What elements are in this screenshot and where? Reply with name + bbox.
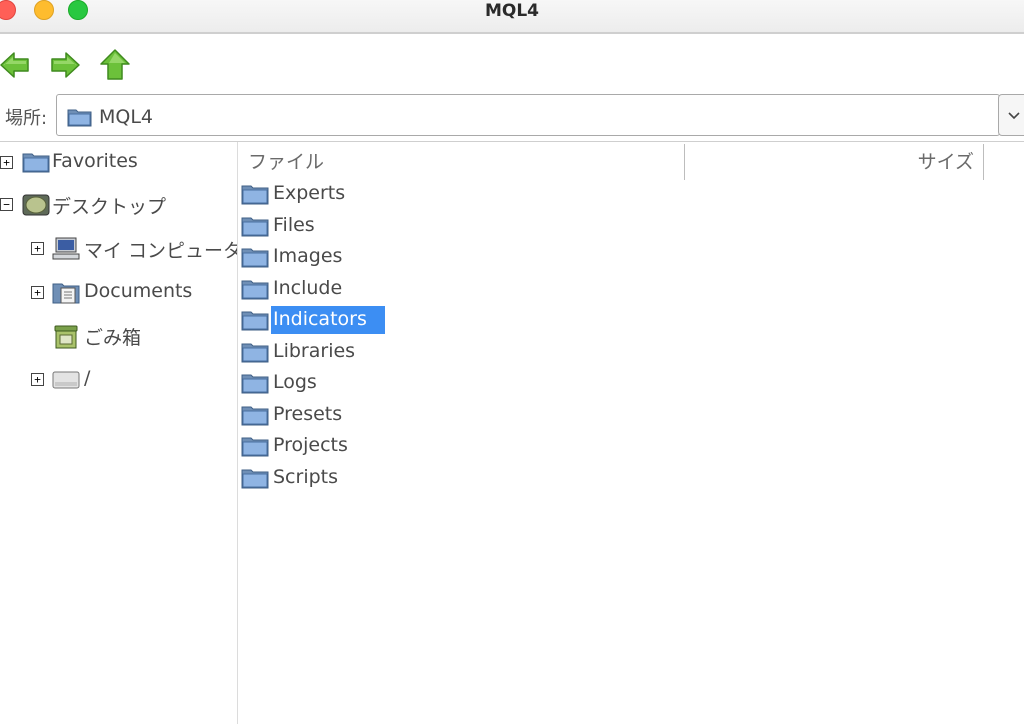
arrow-left-icon <box>0 52 29 78</box>
folder-icon <box>241 372 269 398</box>
file-name: Presets <box>273 402 343 425</box>
file-name: Libraries <box>273 339 356 362</box>
file-name: Images <box>273 245 343 267</box>
file-name: Experts <box>273 182 346 204</box>
tree-item-favorites[interactable]: + Favorites <box>0 149 237 177</box>
column-separator[interactable] <box>983 144 984 180</box>
location-bar: 場所: MQL4 <box>0 92 1024 138</box>
folder-icon <box>241 341 269 367</box>
folder-tree: + Favorites − デスクトップ + マイ コンピュータ + Docum… <box>0 142 237 724</box>
expand-toggle[interactable]: + <box>31 373 44 386</box>
arrow-up-icon <box>100 49 130 80</box>
folder-icon <box>241 183 269 209</box>
folder-icon <box>241 404 269 430</box>
expand-toggle[interactable]: + <box>0 156 13 169</box>
back-button[interactable] <box>0 48 32 82</box>
file-name: Scripts <box>273 465 339 488</box>
tree-item-root[interactable]: + / <box>0 366 237 394</box>
computer-icon <box>52 237 80 260</box>
column-separator[interactable] <box>684 144 685 180</box>
up-folder-button[interactable] <box>98 48 132 82</box>
arrow-right-icon <box>51 52 80 78</box>
folder-icon <box>241 278 269 304</box>
toolbar <box>0 40 1024 86</box>
folder-icon <box>67 109 92 127</box>
file-name: Projects <box>273 434 348 456</box>
tree-item-documents[interactable]: + Documents <box>0 279 237 307</box>
folder-icon <box>241 467 269 493</box>
tree-item-label: Favorites <box>52 150 138 172</box>
folder-icon <box>22 153 50 173</box>
folder-icon <box>241 246 269 272</box>
documents-icon <box>52 283 80 304</box>
file-name: Indicators <box>271 306 385 334</box>
window-title: MQL4 <box>484 1 540 21</box>
column-header-name[interactable]: ファイル <box>248 147 324 183</box>
title-bar: MQL4 <box>0 0 1024 34</box>
forward-button[interactable] <box>48 48 82 82</box>
file-list: ファイル サイズ Experts Files Images Include Indica… <box>238 142 1024 724</box>
location-path: MQL4 <box>99 106 154 128</box>
expand-toggle[interactable]: + <box>31 242 44 255</box>
folder-icon <box>241 309 269 335</box>
tree-item-desktop[interactable]: − デスクトップ <box>0 191 237 219</box>
tree-item-my-computer[interactable]: + マイ コンピュータ <box>0 235 237 263</box>
file-name: Include <box>273 276 343 299</box>
drive-icon <box>52 371 80 389</box>
collapse-toggle[interactable]: − <box>0 198 13 211</box>
folder-icon <box>241 435 269 461</box>
expand-toggle[interactable]: + <box>31 286 44 299</box>
tree-item-label: デスクトップ <box>52 196 167 218</box>
file-name: Files <box>273 213 315 236</box>
file-name: Logs <box>273 371 317 393</box>
column-header-size[interactable]: サイズ <box>918 147 974 183</box>
tree-item-trash[interactable]: ごみ箱 <box>0 322 237 350</box>
trash-icon <box>54 325 78 349</box>
tree-item-label: Documents <box>84 280 193 302</box>
title-divider <box>0 32 1024 34</box>
tree-item-label: / <box>84 367 91 389</box>
location-field[interactable]: MQL4 <box>56 94 1000 136</box>
tree-item-label: ごみ箱 <box>84 327 142 349</box>
location-dropdown-button[interactable] <box>998 94 1024 136</box>
folder-icon <box>241 215 269 241</box>
desktop-icon <box>22 194 50 216</box>
location-label: 場所: <box>5 108 48 129</box>
chevron-down-icon <box>1008 112 1020 120</box>
tree-item-label: マイ コンピュータ <box>84 240 237 262</box>
